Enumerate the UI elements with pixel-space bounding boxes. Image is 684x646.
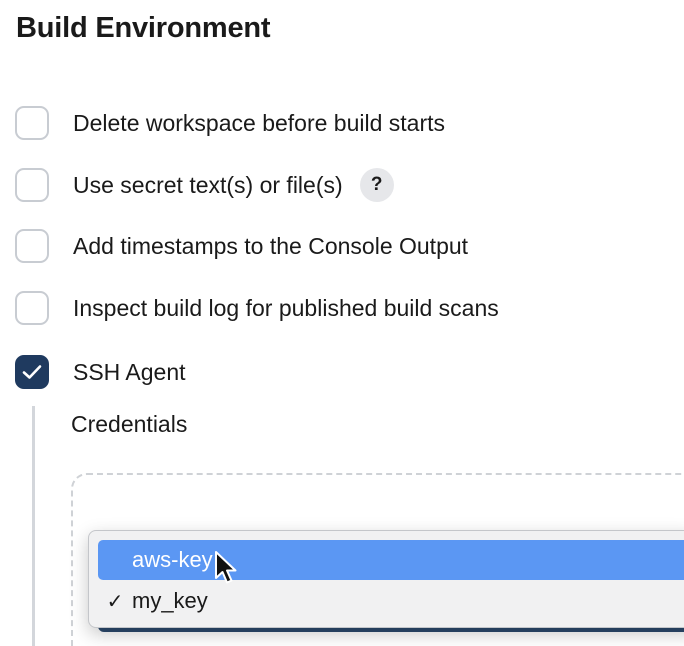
nested-section-divider (32, 406, 35, 646)
option-ssh-agent[interactable]: SSH Agent (15, 352, 186, 392)
option-label: Use secret text(s) or file(s) (73, 171, 343, 198)
ssh-agent-checkbox[interactable] (15, 355, 49, 389)
credentials-label: Credentials (71, 411, 188, 437)
option-delete-workspace[interactable]: Delete workspace before build starts (15, 103, 445, 143)
dropdown-item-label: my_key (132, 588, 208, 613)
checkmark-icon (22, 365, 42, 379)
option-label: Delete workspace before build starts (73, 109, 446, 136)
option-inspect-build-log[interactable]: Inspect build log for published build sc… (15, 288, 499, 328)
build-environment-page: Build Environment Delete workspace befor… (0, 0, 684, 646)
help-button[interactable]: ? (359, 168, 394, 202)
dropdown-item-label: aws-key (132, 547, 213, 572)
option-label: Inspect build log for published build sc… (73, 294, 499, 321)
mouse-cursor-icon (215, 551, 237, 584)
selected-check-icon: ✓ (106, 590, 124, 613)
dropdown-item-my-key[interactable]: ✓ my_key (98, 581, 684, 621)
delete-workspace-checkbox[interactable] (15, 106, 49, 140)
timestamps-checkbox[interactable] (15, 229, 49, 263)
option-timestamps[interactable]: Add timestamps to the Console Output (15, 226, 468, 266)
dropdown-item-aws-key[interactable]: aws-key (98, 540, 684, 580)
option-secret-text[interactable]: Use secret text(s) or file(s) ? (15, 165, 394, 205)
inspect-build-log-checkbox[interactable] (15, 291, 49, 325)
option-label: SSH Agent (73, 358, 186, 385)
credentials-dropdown-menu: aws-key ✓ my_key (88, 530, 684, 628)
section-title: Build Environment (16, 12, 271, 44)
secret-text-checkbox[interactable] (15, 168, 49, 202)
option-label: Add timestamps to the Console Output (73, 232, 469, 259)
